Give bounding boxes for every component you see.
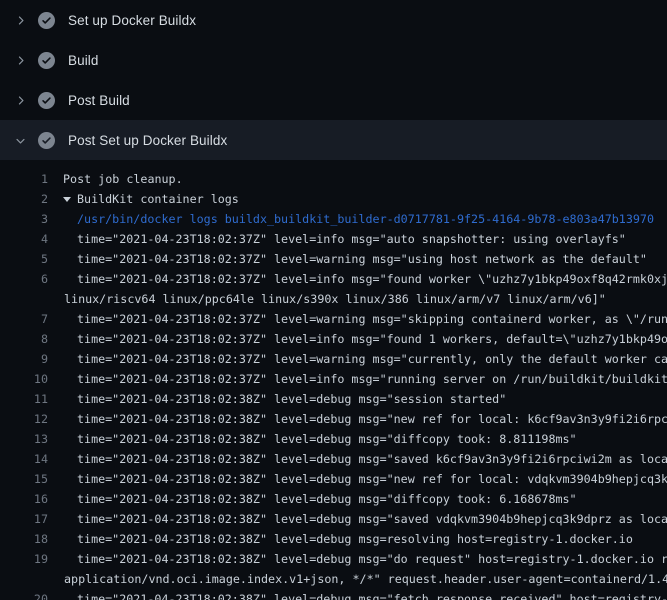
- log-row: 10 time="2021-04-23T18:02:37Z" level=info…: [0, 369, 667, 389]
- log-line-text: time="2021-04-23T18:02:37Z" level=warnin…: [77, 309, 667, 329]
- line-number[interactable]: 13: [0, 429, 48, 449]
- log-line-text: time="2021-04-23T18:02:37Z" level=warnin…: [77, 249, 647, 269]
- check-circle-icon: [37, 51, 55, 69]
- log-group-label[interactable]: BuildKit container logs: [77, 192, 239, 206]
- line-number[interactable]: 5: [0, 249, 48, 269]
- step-section-label: Build: [68, 53, 99, 68]
- log-lines-container: 1 Post job cleanup. 2 BuildKit container lo…: [0, 160, 667, 600]
- log-row: linux/riscv64 linux/ppc64le linux/s390x …: [0, 289, 667, 309]
- log-line-text: linux/riscv64 linux/ppc64le linux/s390x …: [64, 289, 606, 309]
- log-row: 4 time="2021-04-23T18:02:37Z" level=info …: [0, 229, 667, 249]
- line-number[interactable]: 12: [0, 409, 48, 429]
- log-line-text: time="2021-04-23T18:02:37Z" level=info m…: [77, 229, 626, 249]
- log-line-text: time="2021-04-23T18:02:38Z" level=debug …: [77, 589, 667, 600]
- log-line-text: time="2021-04-23T18:02:38Z" level=debug …: [77, 489, 577, 509]
- log-row: 7 time="2021-04-23T18:02:37Z" level=warni…: [0, 309, 667, 329]
- line-number[interactable]: 16: [0, 489, 48, 509]
- line-number[interactable]: 4: [0, 229, 48, 249]
- log-row: 16 time="2021-04-23T18:02:38Z" level=debu…: [0, 489, 667, 509]
- line-number[interactable]: 15: [0, 469, 48, 489]
- chevron-right-icon: [12, 92, 28, 108]
- log-row: 15 time="2021-04-23T18:02:38Z" level=debu…: [0, 469, 667, 489]
- log-line-text: time="2021-04-23T18:02:38Z" level=debug …: [77, 529, 633, 549]
- line-number[interactable]: 7: [0, 309, 48, 329]
- log-line-text: time="2021-04-23T18:02:37Z" level=warnin…: [77, 349, 667, 369]
- log-line-text: Post job cleanup.: [63, 169, 183, 189]
- step-section-list: Set up Docker Buildx Build Post Build Post …: [0, 0, 667, 160]
- log-line-text: time="2021-04-23T18:02:38Z" level=debug …: [77, 389, 506, 409]
- log-row: 11 time="2021-04-23T18:02:38Z" level=debu…: [0, 389, 667, 409]
- log-row: 6 time="2021-04-23T18:02:37Z" level=info …: [0, 269, 667, 289]
- line-number[interactable]: 9: [0, 349, 48, 369]
- log-command-text: /usr/bin/docker logs buildx_buildkit_bui…: [77, 209, 654, 229]
- log-line-text: time="2021-04-23T18:02:38Z" level=debug …: [77, 449, 667, 469]
- line-number[interactable]: 19: [0, 549, 48, 569]
- line-number[interactable]: 10: [0, 369, 48, 389]
- line-number[interactable]: 20: [0, 589, 48, 600]
- line-number[interactable]: 3: [0, 209, 48, 229]
- step-section-header[interactable]: Post Build: [0, 80, 667, 120]
- line-number[interactable]: 6: [0, 269, 48, 289]
- step-section-label: Set up Docker Buildx: [68, 13, 196, 28]
- line-number[interactable]: 11: [0, 389, 48, 409]
- log-line-text: time="2021-04-23T18:02:37Z" level=info m…: [77, 269, 667, 289]
- check-circle-icon: [37, 11, 55, 29]
- log-row: 8 time="2021-04-23T18:02:37Z" level=info …: [0, 329, 667, 349]
- log-row: 2 BuildKit container logs: [0, 189, 667, 209]
- chevron-right-icon: [12, 52, 28, 68]
- log-row: 3/usr/bin/docker logs buildx_buildkit_bu…: [0, 209, 667, 229]
- log-row: application/vnd.oci.image.index.v1+json,…: [0, 569, 667, 589]
- line-number[interactable]: 2: [0, 189, 48, 209]
- log-row: 17 time="2021-04-23T18:02:38Z" level=debu…: [0, 509, 667, 529]
- step-section-label: Post Set up Docker Buildx: [68, 133, 227, 148]
- log-line-text: time="2021-04-23T18:02:38Z" level=debug …: [77, 409, 667, 429]
- log-line-text: time="2021-04-23T18:02:38Z" level=debug …: [77, 429, 577, 449]
- line-number[interactable]: 17: [0, 509, 48, 529]
- line-number[interactable]: 14: [0, 449, 48, 469]
- log-row: 19 time="2021-04-23T18:02:38Z" level=debu…: [0, 549, 667, 569]
- line-number[interactable]: 8: [0, 329, 48, 349]
- log-line-text: time="2021-04-23T18:02:38Z" level=debug …: [77, 469, 667, 489]
- log-line-text: application/vnd.oci.image.index.v1+json,…: [64, 569, 667, 589]
- step-section-header[interactable]: Set up Docker Buildx: [0, 0, 667, 40]
- line-number[interactable]: 18: [0, 529, 48, 549]
- step-section-label: Post Build: [68, 93, 130, 108]
- check-circle-icon: [37, 131, 55, 149]
- line-number[interactable]: 1: [0, 169, 48, 189]
- chevron-down-icon: [12, 132, 28, 148]
- check-circle-icon: [37, 91, 55, 109]
- log-row: 20 time="2021-04-23T18:02:38Z" level=debu…: [0, 589, 667, 600]
- line-number: [0, 289, 48, 309]
- step-section-header[interactable]: Post Set up Docker Buildx: [0, 120, 667, 160]
- log-row: 9 time="2021-04-23T18:02:37Z" level=warni…: [0, 349, 667, 369]
- log-line-text: time="2021-04-23T18:02:38Z" level=debug …: [77, 509, 667, 529]
- chevron-right-icon: [12, 12, 28, 28]
- log-row: 5 time="2021-04-23T18:02:37Z" level=warni…: [0, 249, 667, 269]
- log-line-text: time="2021-04-23T18:02:37Z" level=info m…: [77, 369, 667, 389]
- group-expanded-triangle-icon[interactable]: [63, 197, 71, 202]
- log-line-text: time="2021-04-23T18:02:37Z" level=info m…: [77, 329, 667, 349]
- log-row: 12 time="2021-04-23T18:02:38Z" level=debu…: [0, 409, 667, 429]
- log-row: 14 time="2021-04-23T18:02:38Z" level=debu…: [0, 449, 667, 469]
- log-group-toggle[interactable]: BuildKit container logs: [63, 189, 239, 209]
- log-row: 1 Post job cleanup.: [0, 169, 667, 189]
- line-number: [0, 569, 48, 589]
- log-row: 18 time="2021-04-23T18:02:38Z" level=debu…: [0, 529, 667, 549]
- log-row: 13 time="2021-04-23T18:02:38Z" level=debu…: [0, 429, 667, 449]
- step-section-header[interactable]: Build: [0, 40, 667, 80]
- actions-log-viewer: Set up Docker Buildx Build Post Build Post …: [0, 0, 667, 600]
- log-line-text: time="2021-04-23T18:02:38Z" level=debug …: [77, 549, 667, 569]
